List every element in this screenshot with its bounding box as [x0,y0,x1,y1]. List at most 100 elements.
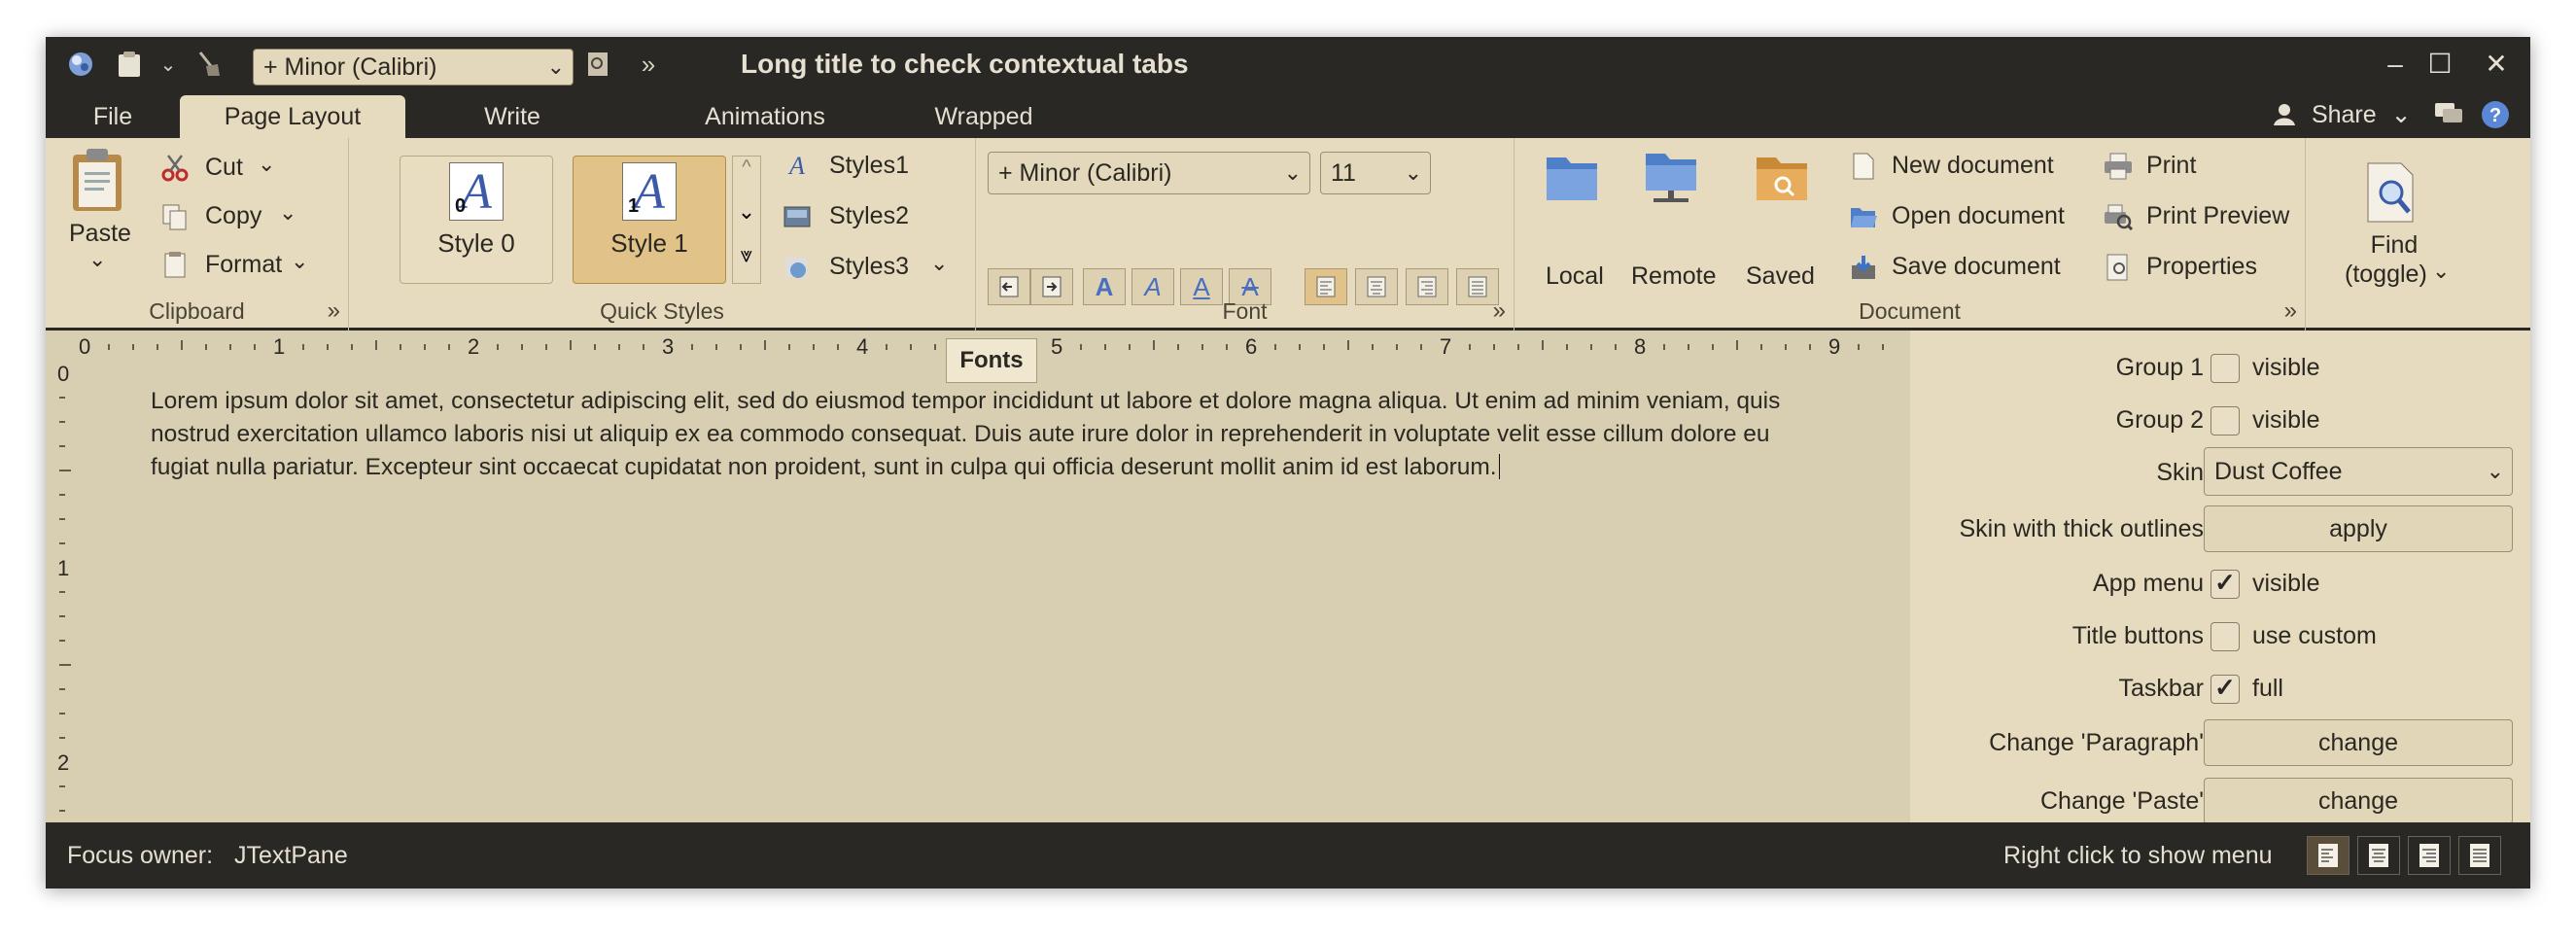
chevron-down-icon[interactable]: ⌄ [279,200,296,226]
group1-checkbox[interactable] [2210,354,2240,383]
status-align-justify-icon[interactable] [2458,836,2501,875]
app-menu-checkbox[interactable] [2210,568,2240,599]
change-paste-button[interactable]: change [2204,778,2513,822]
open-document-button[interactable]: Open document [1892,202,2065,230]
font-combo-value: + Minor (Calibri) [263,53,437,81]
print-preview-icon [2104,202,2133,231]
gallery-down-icon[interactable]: ⌄ [733,199,760,242]
gallery-up-icon[interactable]: ^ [733,157,760,199]
style-0-button[interactable]: A 0 Style 0 [400,156,553,284]
new-document-icon [1849,152,1878,181]
skin-thick-label: Skin with thick outlines [1959,515,2204,542]
expand-chevron-icon[interactable]: » [2284,297,2297,325]
paste-icon[interactable] [67,146,127,214]
styles3-icon [783,253,812,282]
ruler-number: 7 [1440,334,1451,359]
apply-skin-button[interactable]: apply [2204,505,2513,552]
expand-chevron-icon[interactable]: » [328,297,340,325]
chevron-down-icon[interactable]: ⌄ [930,251,948,276]
chevron-down-icon[interactable]: ⌄ [2432,259,2450,284]
saved-button[interactable]: Saved [1746,262,1815,291]
print-button[interactable]: Print [2146,152,2196,180]
focus-owner-label: Focus owner: [67,842,214,869]
chevron-down-icon: ⌄ [2486,459,2504,483]
styles2-icon [783,202,812,231]
app-menu-check-text[interactable]: visible [2252,570,2319,598]
ruler-number: 8 [1634,334,1646,359]
styles3-button[interactable]: Styles3 [829,253,909,281]
find-label[interactable]: Find [2360,231,2428,260]
local-button[interactable]: Local [1546,262,1604,291]
comments-icon[interactable] [2433,99,2464,130]
chevron-down-icon[interactable]: ⌄ [291,249,308,274]
text-caret [1498,454,1500,479]
group2-checkbox[interactable] [2210,406,2240,436]
chevron-down-icon[interactable]: ⌄ [258,152,275,177]
quick-styles-band: A 0 Style 0 A 1 Style 1 ^ ⌄ ⩔ A Styles1 … [349,138,976,331]
expand-chevron-icon[interactable]: » [1493,297,1506,325]
taskbar-check-text[interactable]: full [2252,675,2283,703]
find-toggle-label[interactable]: (toggle) [2345,261,2427,289]
style-0-number: 0 [455,195,467,217]
overflow-chevron-icon[interactable]: » [633,49,664,80]
search-doc-icon[interactable] [582,49,613,80]
ruler-number: 6 [1245,334,1257,359]
format-button[interactable]: Format [205,251,282,279]
status-align-left-icon[interactable] [2307,836,2350,875]
tab-wrapped[interactable]: Wrapped [862,95,1105,138]
change-paragraph-button[interactable]: change [2204,719,2513,766]
tab-page-layout[interactable]: Page Layout [180,95,405,138]
text-editor[interactable]: 0 1 2 3 4 5 6 7 8 9 0 1 2 Lorem ipsum dolor sit ame… [46,331,1910,822]
tab-animations[interactable]: Animations [650,95,880,138]
app-menu-icon[interactable] [65,49,96,80]
broom-icon[interactable] [193,49,225,80]
settings-panel: Group 1 visible Group 2 visible Skin Dus… [1910,331,2530,822]
remote-button[interactable]: Remote [1631,262,1717,291]
ribbon-tabs: File Page Layout Write Animations Wrappe… [46,91,2530,138]
save-document-button[interactable]: Save document [1892,253,2061,281]
properties-button[interactable]: Properties [2146,253,2257,281]
styles2-button[interactable]: Styles2 [829,202,909,230]
share-button[interactable]: Share ⌄ [2272,95,2412,134]
find-icon[interactable] [2362,161,2420,226]
close-icon[interactable]: ✕ [2477,47,2516,82]
group1-label: Group 1 [2115,354,2204,381]
gallery-scroller: ^ ⌄ ⩔ [732,156,761,284]
cut-button[interactable]: Cut [205,154,243,182]
style-1-button[interactable]: A 1 Style 1 [573,156,726,284]
help-icon[interactable]: ? [2480,99,2511,130]
font-size-select[interactable]: 11 ⌄ [1320,152,1431,194]
svg-text:?: ? [2489,105,2501,126]
font-family-value: + Minor (Calibri) [998,159,1172,187]
title-buttons-checkbox[interactable] [2210,622,2240,651]
paste-button[interactable]: Paste [69,220,131,248]
document-text[interactable]: Lorem ipsum dolor sit amet, consectetur … [151,385,1823,484]
print-preview-button[interactable]: Print Preview [2146,202,2289,230]
tab-file[interactable]: File [65,95,160,138]
title-buttons-check-text[interactable]: use custom [2252,622,2377,650]
chevron-down-icon[interactable]: ⌄ [153,49,184,80]
clipboard-icon[interactable] [114,49,145,80]
taskbar-checkbox[interactable] [2210,673,2240,704]
chevron-down-icon[interactable]: ⌄ [88,247,106,272]
skin-select[interactable]: Dust Coffee ⌄ [2204,447,2513,496]
styles1-button[interactable]: Styles1 [829,152,909,180]
tab-write[interactable]: Write [454,95,571,138]
remote-folder-icon [1641,146,1701,208]
ruler-number: 4 [856,334,868,359]
minimize-icon[interactable]: – [2376,47,2415,82]
gallery-expand-icon[interactable]: ⩔ [733,242,760,285]
maximize-icon[interactable]: ☐ [2420,47,2459,82]
font-family-select[interactable]: + Minor (Calibri) ⌄ [988,152,1310,194]
status-align-center-icon[interactable] [2357,836,2400,875]
quick-styles-band-title: Quick Styles [600,298,724,324]
group1-check-text[interactable]: visible [2252,354,2319,382]
group2-check-text[interactable]: visible [2252,406,2319,435]
ruler-number: 2 [57,750,69,775]
style-0-label: Style 0 [437,228,515,258]
font-family-combo[interactable]: + Minor (Calibri) ⌄ [253,49,574,86]
new-document-button[interactable]: New document [1892,152,2054,180]
copy-button[interactable]: Copy [205,202,261,230]
clipboard-band-title: Clipboard [149,298,245,324]
status-align-right-icon[interactable] [2408,836,2451,875]
